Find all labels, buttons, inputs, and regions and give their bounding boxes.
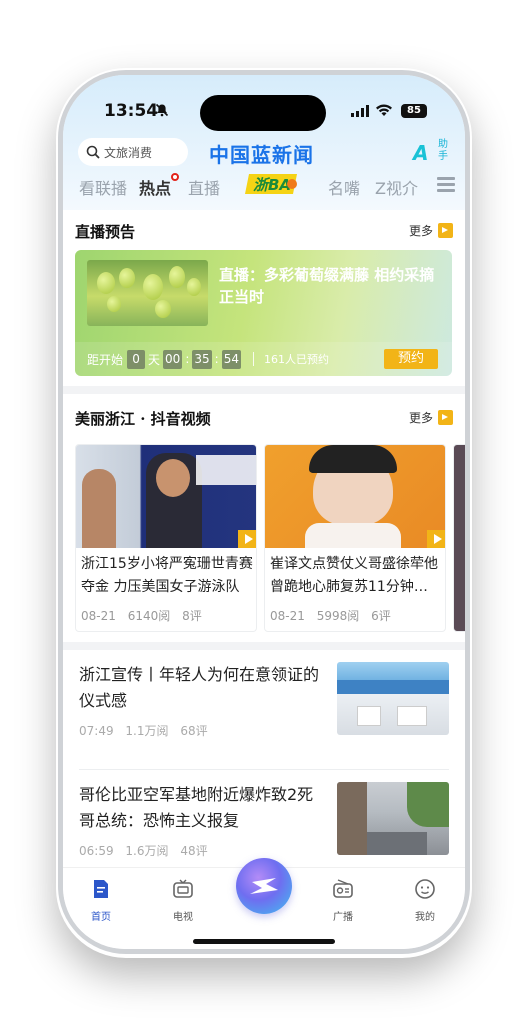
video-meta: 08-21 5998阅 6评 — [270, 607, 399, 624]
search-input[interactable]: 文旅消费 — [78, 138, 188, 166]
phone-screen: 13:54 85 文旅消费 中国蓝新闻 A 助手 看联播 热点 直播 浙BA 名… — [63, 75, 465, 949]
countdown-days: 0 — [127, 349, 146, 369]
countdown-bar: 距开始 0 天 00 : 35 : 54 161人已预约 预约 — [75, 342, 452, 376]
news-comments: 68评 — [180, 724, 208, 738]
home-indicator[interactable] — [193, 939, 335, 944]
video-meta: 08-21 6140阅 8评 — [81, 607, 210, 624]
video-date: 08-21 — [81, 609, 116, 623]
profile-face-icon — [415, 879, 435, 899]
video-section: 美丽浙江 · 抖音视频 更多 浙江15岁小将严寃珊世青赛夺金 力压美国女子游泳队… — [63, 394, 465, 642]
tab-home[interactable]: 首页 — [71, 878, 131, 923]
countdown-label: 距开始 — [87, 352, 124, 367]
video-comments: 8评 — [182, 609, 202, 623]
tab-profile[interactable]: 我的 — [395, 878, 455, 923]
assistant-button[interactable]: A 助手 — [413, 139, 455, 167]
battery-indicator: 85 — [401, 104, 427, 118]
video-card[interactable]: 崔译文点赞仗义哥盛徐荦他曾跪地心肺复苏11分钟… 08-21 5998阅 6评 — [264, 444, 446, 632]
tab-radio[interactable]: 广播 — [313, 878, 373, 923]
news-time: 06:59 — [79, 844, 114, 858]
zjba-logo-text: 浙BA — [253, 176, 291, 194]
video-more-link[interactable]: 更多 — [409, 409, 453, 426]
tab-mingzui[interactable]: 名嘴 — [328, 175, 360, 199]
tab-hot-label: 热点 — [139, 179, 172, 198]
tab-tv[interactable]: 电视 — [153, 878, 213, 923]
search-icon — [86, 145, 100, 159]
center-logo-button[interactable] — [236, 858, 292, 914]
tab-label: 广播 — [333, 912, 353, 923]
news-views: 1.6万阅 — [125, 844, 169, 858]
channel-tabs: 看联播 热点 直播 浙BA 名嘴 Z视介 — [63, 173, 465, 205]
reserve-button[interactable]: 预约 — [384, 349, 438, 369]
countdown-minutes: 35 — [192, 349, 212, 369]
tab-label: 电视 — [173, 912, 193, 923]
countdown-seconds: 54 — [221, 349, 241, 369]
bottom-tab-bar: 首页 电视 广播 我的 — [63, 858, 465, 949]
video-thumbnail — [265, 445, 445, 548]
news-thumbnail — [337, 782, 449, 855]
tab-kanlianbo[interactable]: 看联播 — [79, 175, 127, 199]
tv-icon — [173, 879, 193, 898]
more-label: 更多 — [408, 411, 433, 425]
tab-label: 首页 — [91, 912, 111, 923]
grape-thumbnail — [87, 260, 208, 326]
video-date: 08-21 — [270, 609, 305, 623]
more-arrow-icon — [438, 223, 453, 238]
wifi-icon — [376, 104, 392, 116]
reserved-count: 161人已预约 — [263, 353, 329, 366]
video-views: 5998阅 — [316, 609, 360, 623]
signal-icon — [351, 105, 369, 117]
video-card[interactable]: 浙江15岁小将严寃珊世青赛夺金 力压美国女子游泳队 08-21 6140阅 8评 — [75, 444, 257, 632]
news-views: 1.1万阅 — [125, 724, 169, 738]
menu-icon[interactable] — [437, 177, 455, 193]
dynamic-island — [200, 95, 326, 131]
live-card-title: 直播：多彩葡萄缀满藤 相约采摘正当时 — [219, 266, 435, 306]
tab-zshijie[interactable]: Z视介 — [375, 175, 418, 199]
news-item[interactable]: 浙江宣传丨年轻人为何在意领证的仪式感 07:49 1.1万阅 68评 — [63, 650, 465, 760]
live-preview-more-link[interactable]: 更多 — [409, 222, 453, 239]
tab-live[interactable]: 直播 — [188, 175, 220, 199]
more-arrow-icon — [438, 410, 453, 425]
hot-badge-dot — [171, 173, 180, 181]
status-time: 13:54 — [104, 101, 159, 121]
center-logo-icon — [250, 878, 278, 894]
video-thumbnail — [76, 445, 256, 548]
countdown-hours: 00 — [163, 349, 183, 369]
more-label: 更多 — [408, 224, 433, 238]
tab-label: 我的 — [415, 912, 435, 923]
home-news-icon — [94, 880, 108, 898]
live-preview-title: 直播预告 — [75, 223, 136, 241]
tab-hot[interactable]: 热点 — [139, 173, 180, 199]
news-time: 07:49 — [79, 724, 114, 738]
countdown-days-unit: 天 — [148, 352, 161, 367]
news-meta: 06:59 1.6万阅 48评 — [79, 842, 216, 859]
assistant-logo-icon: A — [413, 141, 429, 165]
video-title: 浙江15岁小将严寃珊世青赛夺金 力压美国女子游泳队 — [81, 556, 253, 595]
video-views: 6140阅 — [127, 609, 171, 623]
video-comments: 6评 — [371, 609, 391, 623]
news-comments: 48评 — [180, 844, 208, 858]
status-bar: 13:54 85 — [63, 75, 465, 143]
app-title: 中国蓝新闻 — [209, 143, 314, 167]
phone-frame: 13:54 85 文旅消费 中国蓝新闻 A 助手 看联播 热点 直播 浙BA 名… — [58, 70, 470, 954]
play-icon — [238, 530, 256, 548]
video-card-peek[interactable] — [453, 444, 465, 632]
live-preview-section: 直播预告 更多 直播：多彩葡萄缀满藤 相约采摘正当时 距开始 0 天 00: … — [63, 210, 465, 386]
video-section-title: 美丽浙江 · 抖音视频 — [75, 410, 211, 428]
live-preview-card[interactable]: 直播：多彩葡萄缀满藤 相约采摘正当时 距开始 0 天 00 : 35 : 54 … — [75, 250, 452, 376]
news-title: 哥伦比亚空军基地附近爆炸致2死 哥总统：恐怖主义报复 — [79, 785, 314, 830]
news-meta: 07:49 1.1万阅 68评 — [79, 722, 216, 739]
play-icon — [427, 530, 445, 548]
countdown-divider — [252, 352, 254, 366]
video-title: 崔译文点赞仗义哥盛徐荦他曾跪地心肺复苏11分钟… — [270, 556, 438, 595]
news-thumbnail — [337, 662, 449, 735]
assistant-label: 助手 — [438, 139, 448, 162]
bell-muted-icon — [155, 103, 169, 117]
radio-icon — [333, 879, 353, 898]
search-placeholder: 文旅消费 — [104, 145, 153, 160]
zjba-logo-icon[interactable]: 浙BA — [243, 171, 301, 197]
news-list: 浙江宣传丨年轻人为何在意领证的仪式感 07:49 1.1万阅 68评 哥伦比亚空… — [63, 650, 465, 890]
news-title: 浙江宣传丨年轻人为何在意领证的仪式感 — [79, 665, 320, 710]
